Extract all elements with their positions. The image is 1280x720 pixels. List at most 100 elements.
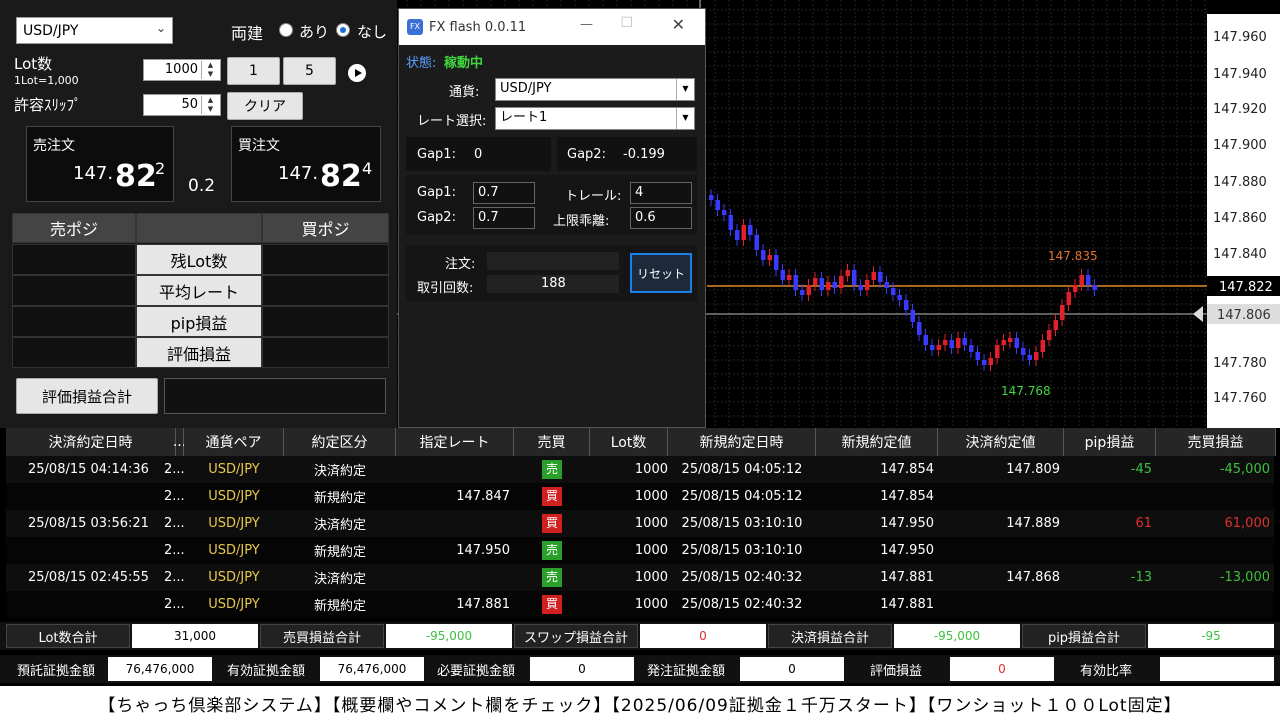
gap1-input[interactable]: 0.7 (473, 182, 535, 204)
summary-bar-1: Lot数合計 31,000 売買損益合計 -95,000 スワップ損益合計 0 … (0, 622, 1280, 650)
col-header[interactable]: 指定レート (396, 428, 514, 456)
candle-body (917, 322, 922, 335)
buy-pos-cell (262, 275, 389, 306)
candle-body (1073, 285, 1078, 292)
buy-price-big: 82 (320, 159, 362, 194)
limit-input[interactable]: 0.6 (630, 207, 692, 229)
close-icon[interactable]: ✕ (672, 15, 685, 34)
sell-order-box[interactable]: 売注文 147. 82 2 (26, 126, 174, 202)
candle-body (1001, 340, 1006, 345)
price-tick-label: 147.840 (1213, 247, 1267, 262)
col-header[interactable]: 新規約定値 (816, 428, 938, 456)
ari-radio[interactable] (279, 23, 293, 37)
close-price-cell (938, 483, 1060, 510)
candle-body (806, 285, 811, 295)
pos-header-blank (136, 213, 262, 243)
trail-input[interactable]: 4 (630, 182, 692, 204)
open-price-cell: 147.854 (880, 489, 934, 504)
col-header[interactable]: 決済約定日時 (6, 428, 176, 456)
lot-5-button[interactable]: 5 (283, 57, 336, 85)
kind-cell: 決済約定 (313, 464, 366, 479)
table-row[interactable]: 25/08/15 04:14:36 2... USD/JPY 決済約定 売 1000 25/… (6, 456, 1274, 483)
play-icon[interactable] (348, 64, 366, 82)
table-row[interactable]: 25/08/15 02:45:55 2... USD/JPY 決済約定 売 1000 25/… (6, 564, 1274, 591)
col-header[interactable]: 売買 (514, 428, 590, 456)
dialog-titlebar[interactable]: FX FX flash 0.0.11 — ☐ ✕ (399, 9, 705, 45)
lot-cell: 1000 (634, 570, 668, 585)
candle-body (995, 345, 1000, 358)
table-row[interactable]: 2... USD/JPY 新規約定 147.881 買 1000 25/08/15 02:4… (6, 591, 1274, 618)
side-cell: 買 (514, 483, 590, 510)
close-time-cell: 25/08/15 04:14:36 (28, 462, 149, 477)
col-header[interactable]: pip損益 (1064, 428, 1156, 456)
col-header[interactable]: 通貨ペア (184, 428, 284, 456)
lot-cell: 1000 (634, 516, 668, 531)
lot-1-button[interactable]: 1 (227, 57, 280, 85)
gap2-input[interactable]: 0.7 (473, 207, 535, 229)
close-price-cell: 147.809 (1006, 462, 1060, 477)
col-header[interactable]: 決済約定値 (938, 428, 1064, 456)
dropdown-arrow-icon: ▼ (676, 108, 694, 129)
minimize-icon[interactable]: — (580, 17, 593, 32)
table-row[interactable]: 2... USD/JPY 新規約定 147.847 買 1000 25/08/15 04:0… (6, 483, 1274, 510)
col-header[interactable]: Lot数 (590, 428, 668, 456)
table-row[interactable]: 2... USD/JPY 新規約定 147.950 売 1000 25/08/15 03:1… (6, 537, 1274, 564)
dialog-title: FX flash 0.0.11 (429, 19, 527, 35)
buy-price-main: 147. (278, 163, 319, 184)
buy-order-box[interactable]: 買注文 147. 82 4 (231, 126, 381, 202)
footer-banner: 【ちゃっち倶楽部システム】【概要欄やコメント欄をチェック】【2025/06/09… (0, 686, 1280, 720)
currency-select[interactable]: USD/JPY ⌄ (16, 17, 173, 44)
col-header[interactable]: 売買損益 (1156, 428, 1276, 456)
order-margin-label: 発注証拠金額 (634, 657, 738, 681)
lot-spinner-icon[interactable]: ▲ ▼ (201, 61, 219, 79)
slip-spinner-icon[interactable]: ▲ ▼ (201, 96, 219, 114)
side-badge: 売 (542, 568, 562, 587)
reset-button[interactable]: リセット (630, 253, 692, 293)
open-time-cell: 25/08/15 04:05:12 (681, 489, 803, 504)
order-value (487, 252, 619, 270)
high-price-annotation: 147.835 (1048, 249, 1098, 263)
close-time-cell: 25/08/15 02:45:55 (28, 570, 149, 585)
pl-total-value: -95,000 (386, 624, 512, 648)
rate-select[interactable]: レート1 ▼ (495, 107, 695, 130)
table-row[interactable]: 25/08/15 03:56:21 2... USD/JPY 決済約定 買 1000 25/… (6, 510, 1274, 537)
clear-button[interactable]: クリア (227, 92, 303, 120)
candle-body (819, 278, 824, 290)
candle-body (982, 360, 987, 365)
lot-cell: 1000 (634, 489, 668, 504)
open-time-cell: 25/08/15 02:40:32 (681, 570, 803, 585)
candle-body (787, 275, 792, 280)
col-header[interactable]: ... (173, 428, 186, 456)
side-badge: 売 (542, 460, 562, 479)
deposit-value: 76,476,000 (108, 657, 212, 681)
candle-body (949, 340, 954, 348)
side-cell: 買 (514, 591, 590, 618)
id-cell: 2... (164, 462, 185, 477)
gap1-readout-box: Gap1: 0 (406, 137, 551, 171)
swap-total-value: 0 (640, 624, 766, 648)
pos-row-label: 評価損益 (136, 337, 262, 368)
pip-cell (1064, 537, 1152, 564)
col-header[interactable]: 約定区分 (284, 428, 396, 456)
slip-input[interactable]: 50 ▲ ▼ (143, 94, 221, 116)
col-header[interactable]: 新規約定日時 (668, 428, 816, 456)
deposit-label: 預託証拠金額 (6, 657, 106, 681)
maximize-icon[interactable]: ☐ (620, 15, 633, 31)
nashi-radio[interactable] (336, 23, 350, 37)
candle-body (878, 272, 883, 282)
lot-input[interactable]: 1000 ▲ ▼ (143, 59, 221, 81)
trades-value: 188 (541, 276, 566, 291)
dialog-currency-select[interactable]: USD/JPY ▼ (495, 78, 695, 101)
trades-box: 188 (487, 275, 619, 293)
candle-body (793, 275, 798, 290)
total-eval-button[interactable]: 評価損益合計 (16, 378, 158, 414)
candle-body (1086, 275, 1091, 285)
rate-cell: 147.881 (456, 597, 510, 612)
order-panel: USD/JPY ⌄ 両建 あり なし Lot数 1Lot=1,000 1000 … (0, 0, 397, 428)
gap2-value: -0.199 (623, 147, 665, 162)
eval-value: 0 (950, 657, 1054, 681)
sell-pos-cell (12, 337, 136, 368)
close-price-cell (938, 537, 1060, 564)
pair-cell: USD/JPY (208, 570, 260, 585)
status-label: 状態: (406, 56, 437, 71)
